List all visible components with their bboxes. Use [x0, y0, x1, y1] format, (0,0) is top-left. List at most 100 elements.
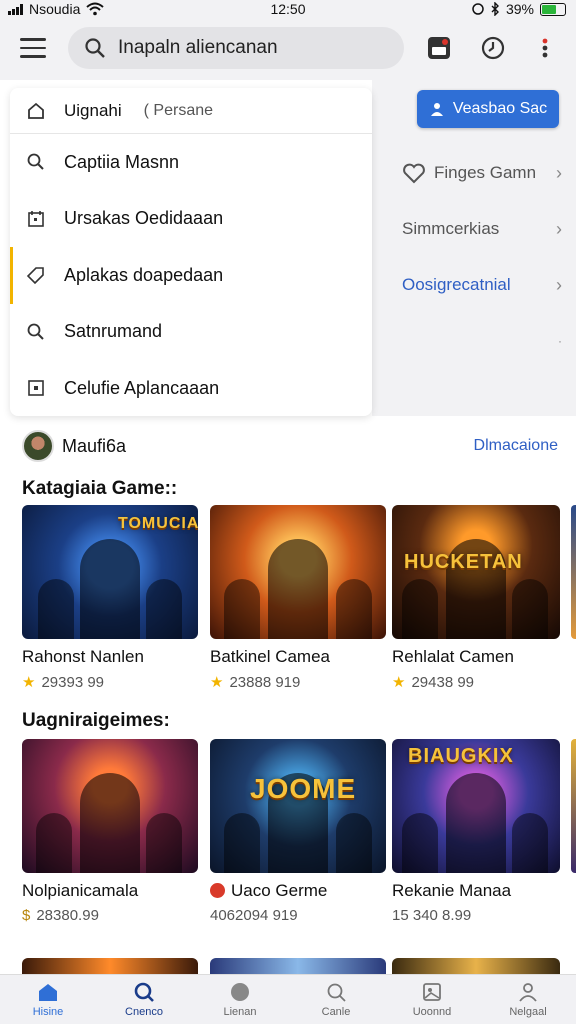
- game-art: JOOME: [210, 739, 386, 873]
- section-title: Uagniraigeimes:: [22, 710, 170, 731]
- dropdown-item[interactable]: Satnrumand: [10, 304, 372, 361]
- game-art-title: BIAUGKIX: [408, 745, 514, 767]
- game-art-peek[interactable]: [210, 958, 386, 974]
- bottom-nav: Hisine Cnenco Lienan Canle Uoonnd Nelgaa…: [0, 974, 576, 1024]
- game-art: TOMUCIA: [22, 505, 198, 639]
- panel-row-label: Finges Gamn: [434, 163, 537, 182]
- nav-search[interactable]: Cnenco: [96, 975, 192, 1024]
- star-icon: ★: [210, 674, 224, 691]
- game-price: 4062094 919: [210, 907, 298, 924]
- game-rating: 29393 99: [41, 673, 105, 691]
- game-meta: ★ 29393 99: [22, 673, 198, 692]
- nav-label: Uoonnd: [412, 1006, 452, 1018]
- tag-icon: [26, 267, 44, 285]
- primary-button-label: Veasbao Sac: [452, 100, 548, 117]
- panel-row-more[interactable]: ·: [402, 326, 562, 356]
- game-name: Rekanie Manaa: [392, 881, 512, 900]
- card-row: Nolpianicamala $28380.99 JOOME Uaco Germ…: [22, 739, 576, 929]
- side-panel: Veasbao Sac Finges Gamn › Simmcerkias › …: [372, 80, 576, 416]
- home-icon: [28, 102, 44, 119]
- chevron-right-icon: ›: [556, 274, 562, 295]
- user-name: Maufi6a: [62, 435, 127, 456]
- game-name: Rahonst Nanlen: [22, 647, 144, 666]
- game-card[interactable]: HUCKETAN Rehlalat Camen ★ 29438 99: [392, 505, 560, 691]
- game-name: Batkinel Camea: [210, 647, 331, 666]
- menu-icon[interactable]: [20, 38, 46, 60]
- dropdown-item-label: Satnrumand: [64, 321, 163, 342]
- nav-library[interactable]: Lienan: [192, 975, 288, 1024]
- currency-icon: $: [22, 907, 31, 924]
- dropdown-item[interactable]: Aplakas doapedaan: [10, 247, 372, 304]
- game-card[interactable]: JOOME Uaco Germe 4062094 919: [210, 739, 386, 924]
- search-dropdown: Uignahi ( Persane Captiia Masnn Ursakas …: [10, 88, 372, 416]
- dropdown-header[interactable]: Uignahi ( Persane: [10, 88, 372, 134]
- game-art-title: JOOME: [250, 773, 357, 804]
- game-name-text: Uaco Germe: [231, 881, 328, 900]
- game-name: Rehlalat Camen: [392, 647, 514, 666]
- more-vert-icon[interactable]: [532, 35, 558, 61]
- card-row: TOMUCIA Rahonst Nanlen ★ 29393 99 Batkine…: [22, 505, 576, 695]
- library-icon[interactable]: [426, 35, 452, 61]
- search-input[interactable]: [118, 37, 388, 59]
- game-price: 28380.99: [36, 907, 99, 924]
- chevron-right-icon: ·: [558, 334, 562, 348]
- panel-row-label: Simmcerkias: [402, 219, 500, 238]
- nav-gallery[interactable]: Uoonnd: [384, 975, 480, 1024]
- nav-profile[interactable]: Nelgaal: [480, 975, 576, 1024]
- dropdown-item-label: Captiia Masnn: [64, 151, 180, 172]
- battery-icon: [540, 2, 566, 16]
- chevron-right-icon: ›: [556, 162, 562, 183]
- game-card[interactable]: Batkinel Camea ★ 23888 919: [210, 505, 386, 691]
- nav-explore[interactable]: Canle: [288, 975, 384, 1024]
- dropdown-header-subtitle: ( Persane: [143, 101, 214, 119]
- nav-label: Lienan: [223, 1006, 257, 1018]
- user-icon: [430, 103, 443, 116]
- nav-label: Hisine: [32, 1006, 64, 1018]
- dropdown-item[interactable]: Ursakas Oedidaaan: [10, 191, 372, 248]
- game-art-peek[interactable]: [392, 958, 560, 974]
- dropdown-item[interactable]: Celufie Aplancaaan: [10, 360, 372, 416]
- dropdown-item[interactable]: Captiia Masnn: [10, 134, 372, 191]
- search-icon: [27, 323, 44, 340]
- primary-button[interactable]: Veasbao Sac: [417, 90, 559, 128]
- avatar[interactable]: [22, 430, 54, 462]
- dropdown-header-title: Uignahi: [64, 100, 122, 120]
- dropdown-item-label: Ursakas Oedidaaan: [64, 208, 224, 229]
- gallery-icon: [423, 983, 441, 1001]
- star-icon: ★: [22, 674, 36, 691]
- status-right: 39%: [472, 1, 566, 17]
- panel-row-favorites[interactable]: Finges Gamn ›: [402, 158, 562, 188]
- game-art-title: HUCKETAN: [404, 551, 523, 573]
- game-card[interactable]: BIAUGKIX Rekanie Manaa 15 340 8.99: [392, 739, 560, 924]
- alarm-icon: [472, 3, 484, 15]
- game-card[interactable]: TOMUCIA Rahonst Nanlen ★ 29393 99: [22, 505, 198, 691]
- nav-label: Cnenco: [125, 1006, 163, 1018]
- panel-row-label: Oosigrecatnial: [402, 275, 511, 294]
- status-bar: Nsoudia 12:50 39%: [0, 0, 576, 20]
- panel-row-settings[interactable]: Simmcerkias ›: [402, 214, 562, 244]
- nav-home[interactable]: Hisine: [0, 975, 96, 1024]
- search-bar[interactable]: [68, 27, 404, 69]
- game-art: HUCKETAN: [392, 505, 560, 639]
- search-icon: [85, 38, 105, 58]
- dropdown-item-label: Celufie Aplancaaan: [64, 377, 220, 398]
- game-art-peek[interactable]: [22, 958, 198, 974]
- star-icon: ★: [392, 674, 406, 691]
- home-icon: [39, 984, 57, 1001]
- bluetooth-icon: [491, 2, 499, 16]
- game-card[interactable]: Nolpianicamala $28380.99: [22, 739, 198, 924]
- profile-icon: [519, 983, 537, 1002]
- history-icon[interactable]: [480, 35, 506, 61]
- card-row-peek: [22, 958, 576, 974]
- nav-label: Nelgaal: [509, 1006, 547, 1018]
- game-meta: 15 340 8.99: [392, 907, 560, 924]
- calendar-icon: [28, 210, 44, 227]
- chevron-right-icon: ›: [556, 218, 562, 239]
- search-icon: [27, 153, 44, 170]
- game-rating: 23888 919: [229, 673, 301, 691]
- panel-row-highlight[interactable]: Oosigrecatnial ›: [402, 270, 562, 300]
- game-meta: 4062094 919: [210, 907, 386, 924]
- heart-icon: [403, 163, 425, 184]
- user-link[interactable]: Dlmacaione: [474, 437, 558, 455]
- game-art: BIAUGKIX: [392, 739, 560, 873]
